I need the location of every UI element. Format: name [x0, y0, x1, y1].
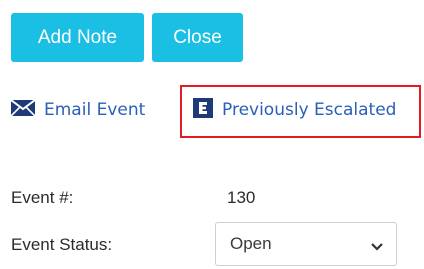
event-number-label: Event #:: [11, 188, 74, 207]
previously-escalated-link[interactable]: Previously Escalated: [193, 96, 396, 124]
event-status-select[interactable]: Open: [215, 222, 397, 266]
chevron-down-icon: [370, 239, 384, 257]
email-event-link[interactable]: Email Event: [10, 96, 146, 124]
previously-escalated-label: Previously Escalated: [222, 100, 397, 120]
event-number-value: 130: [227, 188, 256, 207]
close-button[interactable]: Close: [152, 13, 243, 62]
envelope-icon: [10, 98, 36, 123]
add-note-button[interactable]: Add Note: [11, 13, 144, 62]
event-status-value: Open: [230, 234, 272, 253]
event-panel: Add Note Close Email Event Previously Es…: [0, 0, 424, 269]
escalated-e-icon: [193, 97, 213, 123]
event-status-label: Event Status:: [11, 235, 113, 254]
email-event-label: Email Event: [44, 100, 146, 120]
